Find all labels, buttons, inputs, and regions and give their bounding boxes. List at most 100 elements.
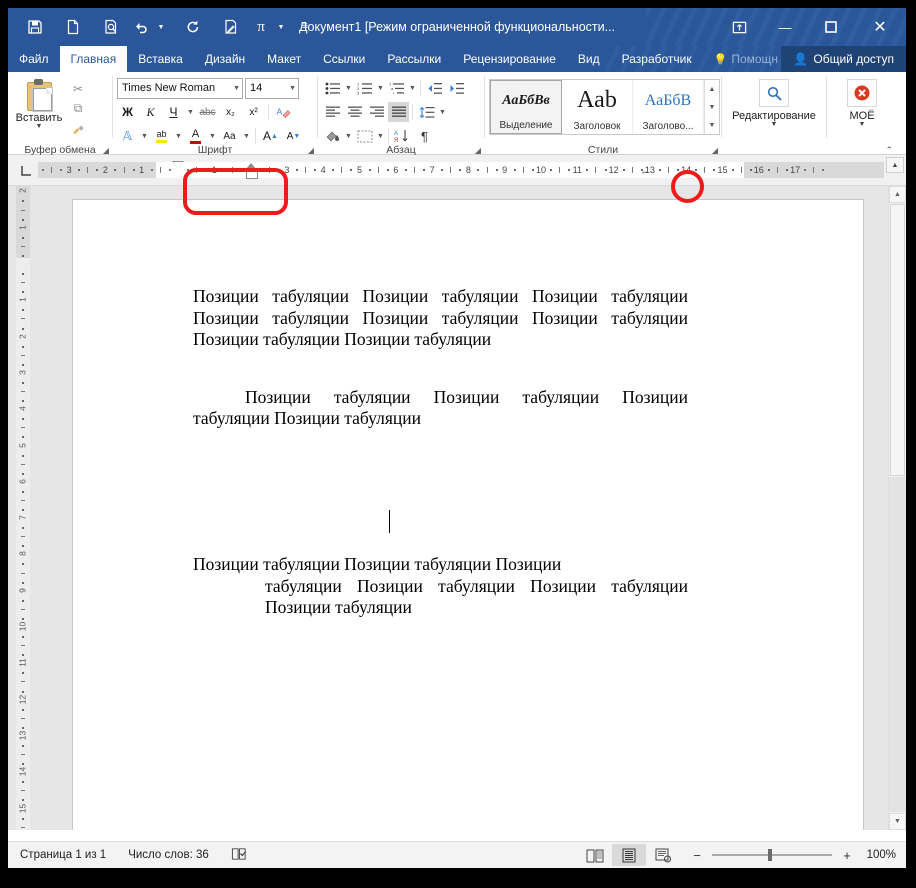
zoom-slider-thumb[interactable] bbox=[768, 849, 772, 861]
multilevel-list-icon[interactable]: 1ai bbox=[386, 78, 407, 98]
bold-button[interactable]: Ж bbox=[117, 102, 138, 122]
editing-dropdown-icon[interactable]: ▼ bbox=[771, 121, 778, 128]
font-name-combobox[interactable]: Times New Roman ▼ bbox=[117, 77, 243, 99]
paste-dropdown-icon[interactable]: ▼ bbox=[36, 123, 43, 130]
increase-indent-icon[interactable] bbox=[446, 78, 467, 98]
horizontal-ruler[interactable]: 3211234567891011121314151617⌐ bbox=[38, 161, 884, 179]
borders-dropdown-icon[interactable]: ▼ bbox=[376, 133, 385, 140]
subscript-button[interactable]: x₂ bbox=[220, 102, 241, 122]
web-layout-icon[interactable] bbox=[646, 844, 680, 866]
text-effects-icon[interactable]: 𝔸 bbox=[117, 126, 138, 146]
justify-icon[interactable] bbox=[388, 102, 409, 122]
zoom-in-button[interactable]: + bbox=[840, 848, 854, 863]
read-mode-icon[interactable] bbox=[578, 844, 612, 866]
underline-button[interactable]: Ч bbox=[163, 102, 184, 122]
edit-document-icon[interactable] bbox=[212, 10, 250, 44]
document-canvas[interactable]: Позиции табуляции Позиции табуляции Пози… bbox=[38, 186, 906, 830]
ribbon-display-options-icon[interactable] bbox=[716, 8, 762, 46]
tab-references[interactable]: Ссылки bbox=[312, 46, 376, 72]
tab-review[interactable]: Рецензирование bbox=[452, 46, 567, 72]
gallery-more-icon[interactable]: ▼ bbox=[705, 116, 719, 134]
change-case-dropdown-icon[interactable]: ▼ bbox=[242, 133, 251, 140]
spellcheck-icon[interactable] bbox=[231, 847, 248, 864]
cut-icon[interactable]: ✂ bbox=[66, 79, 90, 98]
paragraph-dialog-launcher[interactable]: ◢ bbox=[475, 146, 481, 155]
share-button[interactable]: 👤 Общий доступ bbox=[781, 46, 906, 72]
tab-file[interactable]: Файл bbox=[8, 46, 60, 72]
print-preview-icon[interactable] bbox=[92, 10, 130, 44]
styles-gallery-scrollbar[interactable]: ▲ ▼ ▼ bbox=[704, 80, 719, 134]
save-icon[interactable] bbox=[16, 10, 54, 44]
tab-home[interactable]: Главная bbox=[59, 46, 128, 72]
strikethrough-button[interactable]: abc bbox=[197, 102, 218, 122]
equation-dropdown-icon[interactable]: ▼ bbox=[272, 10, 294, 44]
gallery-scroll-up-icon[interactable]: ▲ bbox=[705, 80, 719, 98]
borders-icon[interactable] bbox=[354, 126, 375, 146]
highlight-dropdown-icon[interactable]: ▼ bbox=[174, 133, 183, 140]
shrink-font-icon[interactable]: A ▼ bbox=[283, 126, 304, 146]
tab-stop-selector[interactable] bbox=[14, 158, 38, 182]
tab-view[interactable]: Вид bbox=[567, 46, 611, 72]
undo-icon[interactable] bbox=[130, 10, 152, 44]
moyo-dropdown-icon[interactable]: ▼ bbox=[859, 121, 866, 128]
tab-stop-marker[interactable]: ⌐ bbox=[642, 168, 651, 177]
line-spacing-icon[interactable] bbox=[416, 102, 437, 122]
document-text[interactable]: Позиции табуляции Позиции табуляции Пози… bbox=[193, 286, 688, 617]
zoom-slider[interactable] bbox=[712, 849, 832, 861]
numbering-icon[interactable]: 123 bbox=[354, 78, 375, 98]
highlight-color-icon[interactable]: ab bbox=[151, 126, 172, 146]
font-size-combobox[interactable]: 14 ▼ bbox=[245, 77, 299, 99]
sort-icon[interactable]: AЯ bbox=[392, 126, 413, 146]
hanging-indent-marker[interactable] bbox=[244, 163, 257, 170]
decrease-indent-icon[interactable] bbox=[424, 78, 445, 98]
left-indent-marker[interactable] bbox=[245, 170, 258, 179]
first-line-indent-marker[interactable] bbox=[173, 162, 183, 169]
moyo-button[interactable]: МОЁ ▼ bbox=[834, 77, 890, 157]
paragraph-3[interactable]: Позиции табуляции Позиции табуляции Пози… bbox=[193, 554, 688, 619]
customize-qat-icon[interactable]: ≡ bbox=[294, 10, 316, 44]
style-item-emphasis[interactable]: АаБбВв Выделение bbox=[490, 80, 562, 134]
line-spacing-dropdown-icon[interactable]: ▼ bbox=[438, 109, 447, 116]
paragraph-1[interactable]: Позиции табуляции Позиции табуляции Пози… bbox=[193, 286, 688, 351]
word-count[interactable]: Число слов: 36 bbox=[128, 849, 209, 861]
zoom-level[interactable]: 100% bbox=[862, 849, 896, 861]
clear-formatting-icon[interactable]: A bbox=[273, 102, 294, 122]
align-left-icon[interactable] bbox=[322, 102, 343, 122]
bullets-icon[interactable] bbox=[322, 78, 343, 98]
multilevel-dropdown-icon[interactable]: ▼ bbox=[408, 85, 417, 92]
paragraph-2[interactable]: Позиции табуляции Позиции табуляции Пози… bbox=[193, 387, 688, 430]
font-dialog-launcher[interactable]: ◢ bbox=[308, 146, 314, 155]
bullets-dropdown-icon[interactable]: ▼ bbox=[344, 85, 353, 92]
zoom-out-button[interactable]: − bbox=[690, 848, 704, 863]
tab-layout[interactable]: Макет bbox=[256, 46, 312, 72]
minimize-button[interactable]: — bbox=[762, 8, 808, 46]
style-item-heading1[interactable]: Ааb Заголовок bbox=[562, 80, 633, 134]
align-center-icon[interactable] bbox=[344, 102, 365, 122]
new-document-icon[interactable] bbox=[54, 10, 92, 44]
align-right-icon[interactable] bbox=[366, 102, 387, 122]
styles-dialog-launcher[interactable]: ◢ bbox=[712, 146, 718, 155]
scroll-up-icon[interactable]: ▲ bbox=[889, 186, 906, 203]
print-layout-icon[interactable] bbox=[612, 844, 646, 866]
equation-icon[interactable]: π bbox=[250, 10, 272, 44]
undo-dropdown-icon[interactable]: ▼ bbox=[152, 10, 174, 44]
superscript-button[interactable]: x² bbox=[243, 102, 264, 122]
shading-dropdown-icon[interactable]: ▼ bbox=[344, 133, 353, 140]
tab-insert[interactable]: Вставка bbox=[127, 46, 194, 72]
editing-button[interactable]: Редактирование ▼ bbox=[732, 77, 816, 157]
numbering-dropdown-icon[interactable]: ▼ bbox=[376, 85, 385, 92]
document-page[interactable]: Позиции табуляции Позиции табуляции Пози… bbox=[73, 200, 863, 830]
vertical-ruler[interactable]: 2 1 1 2 3 4 5 6 7 8 9 10 11 12 13 14 15 bbox=[8, 186, 38, 830]
vertical-scrollbar[interactable]: ▲ ▼ bbox=[888, 186, 906, 830]
font-color-dropdown-icon[interactable]: ▼ bbox=[208, 133, 217, 140]
scroll-down-icon[interactable]: ▼ bbox=[889, 813, 906, 830]
show-formatting-marks-icon[interactable]: ¶ bbox=[414, 126, 435, 146]
gallery-scroll-down-icon[interactable]: ▼ bbox=[705, 98, 719, 116]
style-item-heading2[interactable]: АаБбВ Заголово... bbox=[633, 80, 704, 134]
font-color-icon[interactable]: A bbox=[185, 126, 206, 146]
copy-icon[interactable]: ⧉ bbox=[66, 99, 90, 118]
shading-icon[interactable] bbox=[322, 126, 343, 146]
scrollbar-track[interactable] bbox=[889, 477, 906, 812]
scroll-up-small-icon[interactable]: ▲ bbox=[886, 157, 904, 173]
maximize-button[interactable] bbox=[808, 8, 854, 46]
